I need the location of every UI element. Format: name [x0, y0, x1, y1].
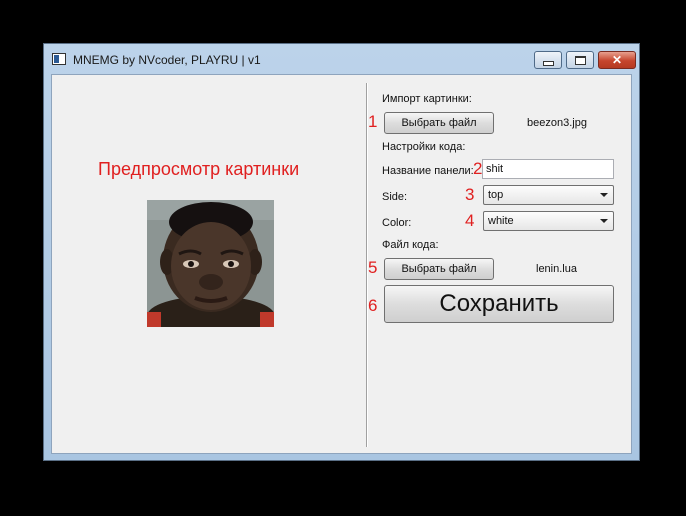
chevron-down-icon	[600, 219, 608, 223]
side-select-value: top	[488, 189, 504, 201]
color-select[interactable]: white	[483, 211, 614, 231]
code-file-choose-button[interactable]: Выбрать файл	[384, 258, 494, 280]
panel-name-input[interactable]	[482, 159, 614, 179]
maximize-button[interactable]	[566, 51, 594, 69]
side-select[interactable]: top	[483, 185, 614, 205]
chevron-down-icon	[600, 193, 608, 197]
code-file-name: lenin.lua	[536, 263, 577, 275]
save-button[interactable]: Сохранить	[384, 285, 614, 323]
minimize-button[interactable]	[534, 51, 562, 69]
marker-3: 3	[465, 185, 475, 204]
preview-title: Предпросмотр картинки	[98, 159, 300, 179]
marker-1: 1	[368, 112, 378, 131]
title-bar[interactable]: MNEMG by NVcoder, PLAYRU | v1 ✕	[44, 44, 639, 74]
app-window: MNEMG by NVcoder, PLAYRU | v1 ✕ Предпрос…	[43, 43, 640, 461]
settings-heading: Настройки кода:	[382, 141, 466, 153]
app-window-icon	[52, 53, 66, 65]
preview-image	[147, 200, 274, 327]
window-title: MNEMG by NVcoder, PLAYRU | v1	[73, 53, 261, 67]
import-file-name: beezon3.jpg	[527, 117, 587, 129]
marker-5: 5	[368, 258, 378, 277]
client-area: Предпросмотр картинки Импорт картинки: 1…	[51, 74, 632, 454]
marker-6: 6	[368, 296, 378, 315]
panel-name-label: Название панели:	[382, 165, 474, 177]
marker-4: 4	[465, 211, 475, 230]
minimize-icon	[542, 60, 554, 66]
close-icon: ✕	[611, 53, 623, 67]
close-button[interactable]: ✕	[598, 51, 636, 69]
import-heading: Импорт картинки:	[382, 93, 472, 105]
preview-photo	[147, 200, 274, 327]
color-label: Color:	[382, 217, 412, 229]
import-choose-file-button[interactable]: Выбрать файл	[384, 112, 494, 134]
maximize-icon	[574, 55, 586, 65]
code-file-heading: Файл кода:	[382, 239, 439, 251]
side-label: Side:	[382, 191, 408, 203]
color-select-value: white	[488, 215, 514, 227]
